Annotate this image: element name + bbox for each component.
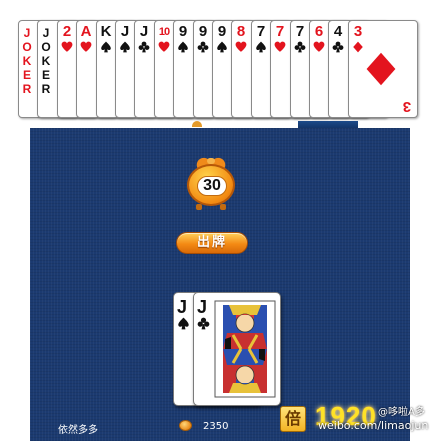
player-name: 依然多多 — [58, 425, 98, 436]
spade-icon — [120, 41, 130, 53]
coin-count: 2350 — [203, 421, 229, 432]
card-rank: 8 — [236, 23, 246, 40]
game-table: 30 出牌 J J 依然多多 2350 倍 1920 — [30, 128, 410, 441]
card-rank: K — [100, 23, 112, 40]
played-card-rank: J — [177, 297, 188, 317]
strip-multiplier-peek — [298, 121, 358, 128]
card-rank: 9 — [217, 23, 227, 40]
spade-icon — [178, 41, 188, 53]
joker-label: JOKER — [22, 26, 32, 96]
card-rank: 4 — [333, 23, 343, 40]
club-icon — [332, 41, 344, 53]
card-rank: A — [80, 23, 92, 40]
club-icon — [197, 317, 210, 330]
card-rank: 9 — [198, 23, 208, 40]
heart-icon — [313, 41, 325, 52]
card-rank: 3 — [353, 23, 363, 40]
watermark-handle: @哆啦A多 — [378, 407, 425, 418]
club-icon — [294, 41, 306, 53]
card-rank-bottom: 3 — [402, 98, 412, 115]
card-rank: J — [120, 23, 130, 40]
card-rank: 10 — [158, 26, 170, 38]
hand-card[interactable]: 33 — [348, 20, 418, 118]
card-rank: 7 — [295, 23, 305, 40]
player-hand: JOKER JOKER 2 A K J J 10 9 9 9 8 7 7 7 6 4 3 3 — [0, 0, 440, 126]
card-rank: J — [139, 23, 149, 40]
alarm-foot-left — [196, 204, 202, 210]
card-rank: 2 — [62, 23, 72, 40]
heart-icon — [80, 41, 92, 52]
spade-icon — [101, 41, 111, 53]
coin-icon — [179, 420, 192, 431]
card-rank: 7 — [256, 23, 266, 40]
heart-icon — [274, 41, 286, 52]
heart-icon — [158, 41, 170, 52]
timer-value: 30 — [197, 176, 227, 196]
club-icon — [138, 41, 150, 53]
heart-icon — [235, 41, 247, 52]
alarm-clock-icon: 30 — [187, 164, 235, 206]
multiplier-icon: 倍 — [280, 406, 306, 432]
play-cards-button[interactable]: 出牌 — [176, 232, 248, 254]
watermark-url: weibo.com/limaojun — [318, 419, 429, 432]
played-card-rank: J — [197, 297, 208, 317]
diamond-icon — [366, 52, 396, 86]
card-rank: 9 — [178, 23, 188, 40]
strip-coin-icon — [192, 121, 202, 127]
jack-face-art — [214, 300, 276, 398]
club-icon — [197, 41, 209, 53]
played-card: J — [193, 292, 281, 406]
spade-icon — [178, 317, 189, 330]
joker-label: JOKER — [41, 26, 51, 96]
card-rank: 6 — [314, 23, 324, 40]
heart-icon — [61, 41, 73, 52]
alarm-foot-right — [220, 204, 226, 210]
spade-icon — [256, 41, 266, 53]
countdown-timer: 30 — [184, 155, 238, 210]
spade-icon — [217, 41, 227, 53]
card-rank: 7 — [275, 23, 285, 40]
